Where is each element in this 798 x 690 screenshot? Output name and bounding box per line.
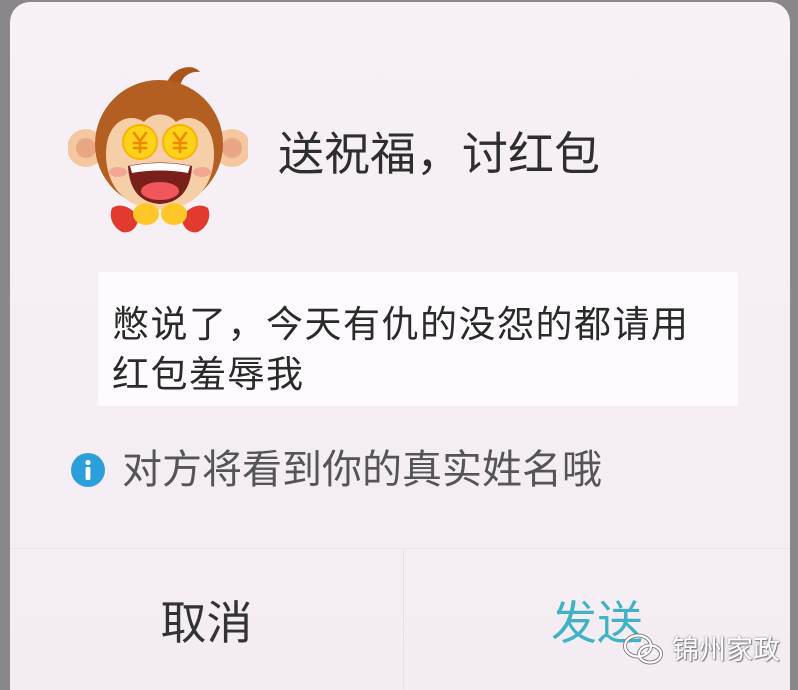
real-name-notice: 对方将看到你的真实姓名哦	[122, 448, 602, 492]
dialog-title: 送祝福，讨红包	[278, 128, 600, 180]
message-line: 憋说了，今天有仇的没怨的都请用	[112, 304, 690, 345]
message-line: 红包羞辱我	[112, 354, 305, 395]
screen: 送祝福，讨红包 憋说了，今天有仇的没怨的都请用 红包羞辱我 对方将看到你的真实姓…	[0, 0, 798, 690]
monkey-mascot-icon	[68, 67, 248, 233]
wechat-icon	[623, 633, 663, 665]
watermark-text: 锦州家政	[672, 635, 780, 665]
message-field[interactable]: 憋说了，今天有仇的没怨的都请用 红包羞辱我	[98, 272, 738, 406]
info-icon	[71, 453, 105, 487]
cancel-button[interactable]: 取消	[10, 549, 403, 690]
send-button[interactable]: 发送	[404, 549, 790, 690]
